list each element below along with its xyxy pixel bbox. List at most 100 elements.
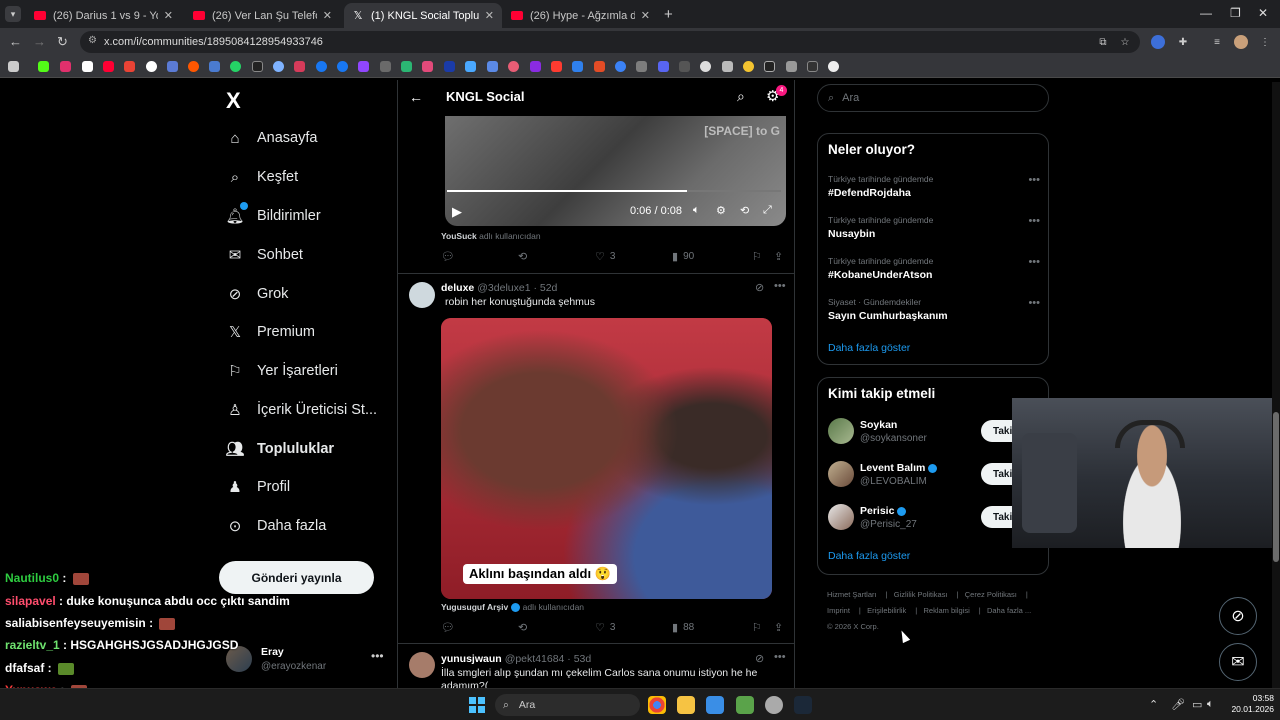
minimize-button[interactable]: — [1200, 6, 1212, 20]
repost-button[interactable]: ⟲ [518, 621, 532, 634]
site-info-icon[interactable]: ⚙ [88, 35, 97, 46]
bookmark-icon[interactable] [38, 61, 49, 72]
post-author[interactable]: deluxe @3deluxe1 · 52d [441, 282, 557, 294]
trend-item[interactable]: Türkiye tarihinde gündemde Nusaybin ••• [828, 215, 1040, 240]
bookmark-icon[interactable] [337, 61, 348, 72]
bookmark-icon[interactable] [743, 61, 754, 72]
avatar[interactable] [409, 652, 435, 678]
bookmark-icon[interactable] [786, 61, 797, 72]
close-icon[interactable]: ✕ [323, 9, 332, 22]
nav-explore[interactable]: ⌕ Keşfet [226, 162, 298, 192]
bookmark-icon[interactable] [82, 61, 93, 72]
volume-icon[interactable]: 🔈︎ [693, 204, 700, 217]
follow-suggestion[interactable]: Soykan @soykansoner Takip et [828, 418, 1041, 448]
browser-tab-active[interactable]: 𝕏 (1) KNGL Social Topluluk / X ✕ [344, 3, 502, 28]
more-dots-icon[interactable]: ••• [774, 280, 786, 292]
bookmark-icon[interactable] [530, 61, 541, 72]
close-icon[interactable]: ✕ [164, 9, 173, 22]
install-app-icon[interactable]: ⧉ [1096, 35, 1110, 49]
bookmark-button[interactable]: ⚐ [752, 250, 767, 263]
back-arrow-icon[interactable]: ← [409, 89, 423, 105]
nav-premium[interactable]: 𝕏 Premium [226, 317, 315, 347]
bookmark-icon[interactable] [294, 61, 305, 72]
more-dots-icon[interactable]: ••• [371, 649, 384, 663]
forward-button[interactable]: → [33, 34, 46, 49]
bookmark-icon[interactable] [401, 61, 412, 72]
footer-link[interactable]: Reklam bilgisi [924, 606, 970, 615]
app-icon[interactable] [765, 696, 783, 714]
loop-icon[interactable]: ⟲ [740, 204, 749, 217]
new-tab-button[interactable]: + [664, 6, 673, 23]
grok-icon[interactable]: ⊘ [755, 281, 764, 294]
steam-icon[interactable] [794, 696, 812, 714]
bookmark-icon[interactable] [828, 61, 839, 72]
more-dots-icon[interactable]: ••• [1028, 256, 1040, 268]
account-switcher[interactable]: Eray @erayozkenar ••• [226, 643, 386, 675]
volume-icon[interactable]: 🔈︎ [1207, 698, 1214, 711]
trend-item[interactable]: Türkiye tarihinde gündemde #KobaneUnderA… [828, 256, 1040, 281]
nav-communities[interactable]: 👥︎ Topluluklar [225, 434, 334, 464]
bookmark-icon[interactable] [679, 61, 690, 72]
file-explorer-icon[interactable] [677, 696, 695, 714]
share-button[interactable]: ⇪ [774, 250, 788, 263]
fullscreen-icon[interactable]: ⤢ [763, 204, 772, 217]
bookmark-icon[interactable] [60, 61, 71, 72]
tray-chevron-icon[interactable]: ⌃ [1149, 698, 1158, 711]
address-bar[interactable]: ⚙ x.com/i/communities/189508412895493374… [80, 31, 1140, 53]
page-scrollbar[interactable] [1272, 82, 1280, 688]
nav-home[interactable]: ⌂ Anasayfa [226, 123, 317, 153]
footer-link[interactable]: Çerez Politikası [965, 590, 1017, 599]
media-source[interactable]: Yugusuguf Arşiv adlı kullanıcıdan [441, 602, 584, 613]
scrollbar-thumb[interactable] [1273, 412, 1279, 562]
search-icon[interactable]: ⌕ [737, 88, 745, 105]
bookmark-icon[interactable] [551, 61, 562, 72]
bookmark-icon[interactable] [316, 61, 327, 72]
bookmark-icon[interactable] [658, 61, 669, 72]
show-more-link[interactable]: Daha fazla göster [828, 550, 910, 562]
trend-item[interactable]: Siyaset · Gündemdekiler Sayın Cumhurbaşk… [828, 297, 1040, 322]
bookmark-icon[interactable] [487, 61, 498, 72]
trend-item[interactable]: Türkiye tarihinde gündemde #DefendRojdah… [828, 174, 1040, 199]
views-button[interactable]: ▮ 90 [672, 250, 694, 263]
chrome-icon[interactable] [648, 696, 666, 714]
avatar[interactable] [409, 282, 435, 308]
media-source[interactable]: YouSuck adlı kullanıcıdan [441, 231, 541, 241]
nav-more[interactable]: ⊙ Daha fazla [226, 511, 327, 541]
system-clock[interactable]: 03:58 20.01.2026 [1226, 693, 1274, 715]
nav-chat[interactable]: ✉ Sohbet [226, 240, 303, 270]
footer-link[interactable]: Hizmet Şartları [827, 590, 877, 599]
bookmark-icon[interactable] [167, 61, 178, 72]
restore-button[interactable]: ❐ [1230, 6, 1241, 20]
browser-tab[interactable]: (26) Darius 1 vs 9 - YouTube ✕ [26, 3, 181, 28]
window-close-button[interactable]: ✕ [1258, 6, 1268, 20]
apps-grid-icon[interactable] [8, 61, 19, 72]
show-more-link[interactable]: Daha fazla göster [828, 342, 910, 354]
nav-grok[interactable]: ⊘ Grok [226, 279, 289, 309]
bookmark-icon[interactable] [209, 61, 220, 72]
bookmark-icon[interactable] [380, 61, 391, 72]
bookmark-icon[interactable] [252, 61, 263, 72]
taskbar-search[interactable]: ⌕ Ara [495, 694, 640, 716]
footer-link[interactable]: Daha fazla ... [987, 606, 1031, 615]
bookmark-icon[interactable] [636, 61, 647, 72]
more-dots-icon[interactable]: ••• [1028, 174, 1040, 186]
bookmark-icon[interactable] [722, 61, 733, 72]
microphone-icon[interactable]: 🎤︎ [1171, 698, 1185, 711]
more-dots-icon[interactable]: ••• [774, 651, 786, 663]
more-dots-icon[interactable]: ••• [1028, 297, 1040, 309]
reply-button[interactable]: 💬︎ [441, 250, 460, 263]
back-button[interactable]: ← [9, 34, 22, 49]
photos-icon[interactable] [706, 696, 724, 714]
nav-profile[interactable]: ♟ Profil [226, 472, 290, 502]
bookmark-button[interactable]: ⚐ [752, 621, 767, 634]
bookmark-icon[interactable] [807, 61, 818, 72]
bookmark-icon[interactable] [273, 61, 284, 72]
network-icon[interactable]: ▭ [1192, 698, 1202, 711]
messages-fab-button[interactable]: ✉ [1219, 643, 1257, 681]
video-progress-bar[interactable] [447, 190, 781, 192]
bookmark-icon[interactable] [124, 61, 135, 72]
extension-icon[interactable] [1151, 35, 1165, 49]
app-icon[interactable] [736, 696, 754, 714]
nav-bookmarks[interactable]: ⚐ Yer İşaretleri [226, 356, 338, 386]
grok-icon[interactable]: ⊘ [755, 652, 764, 665]
